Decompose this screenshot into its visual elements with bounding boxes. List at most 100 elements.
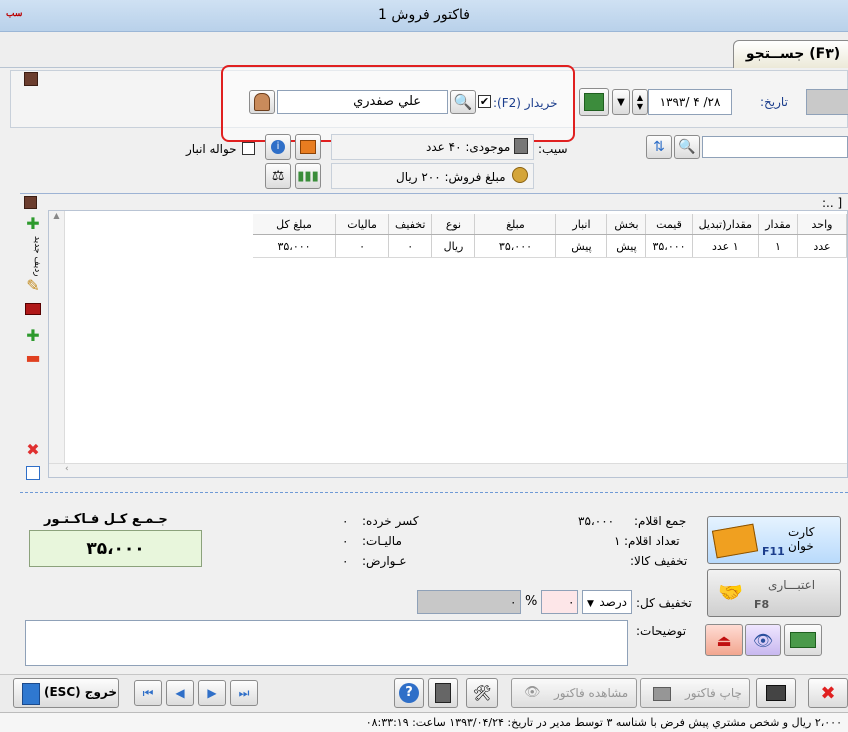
credit-key: F8	[754, 598, 770, 611]
column-header[interactable]: مقدار	[758, 214, 798, 235]
status-bar: ۲،۰۰۰ ریال و شخص مشتري پیش فرض با شناسه …	[0, 712, 848, 732]
preview-button[interactable]: 👁	[745, 624, 781, 656]
chart-button[interactable]: ▮▮▮	[295, 163, 321, 189]
next-icon: ▶	[207, 686, 217, 700]
table-cell[interactable]: ریال	[431, 234, 476, 258]
warehouse-transfer-checkbox[interactable]	[242, 142, 255, 155]
app-icon: سب	[6, 8, 23, 18]
nav-first-button[interactable]: ⏮	[134, 680, 162, 706]
exit-button[interactable]: خروج (ESC)	[13, 678, 119, 708]
credit-button[interactable]: 🤝 اعتبـــاری F8	[707, 569, 841, 617]
buyer-checkbox[interactable]: ✔	[478, 95, 491, 108]
calendar-icon	[584, 93, 604, 111]
header-right-field[interactable]	[806, 89, 848, 115]
form-icon[interactable]	[24, 464, 42, 482]
cancel-button[interactable]: ✖	[808, 678, 848, 708]
table-cell[interactable]: ۱ عدد	[692, 234, 760, 258]
view-invoice-button[interactable]: 👁 مشاهده فاکتور	[511, 678, 637, 708]
window-title: فاکتور فروش 1	[378, 7, 470, 23]
table-cell[interactable]: ۳۵،۰۰۰	[253, 234, 337, 258]
cash-button[interactable]	[784, 624, 822, 656]
tab-search[interactable]: جســتجو (F۳)	[733, 40, 848, 68]
card-reader-button[interactable]: کارت خوان F11	[707, 516, 841, 564]
sell-price-label: مبلغ فروش: ۲۰۰ ریال	[396, 170, 506, 184]
table-cell[interactable]: ۰	[388, 234, 433, 258]
column-header[interactable]: بخش	[606, 214, 647, 235]
product-icon	[300, 140, 316, 154]
horizontal-scrollbar[interactable]: ‹	[49, 463, 847, 477]
calendar-button[interactable]	[579, 88, 609, 116]
vertical-scrollbar[interactable]: ▲	[49, 211, 65, 463]
exit-label: خروج (ESC)	[44, 685, 118, 699]
nav-next-button[interactable]: ▶	[198, 680, 226, 706]
buyer-label: خریدار (F2):	[493, 96, 558, 110]
edit-icon[interactable]: ✎	[24, 276, 42, 295]
eject-button[interactable]: ⏏	[705, 624, 743, 656]
refresh-button[interactable]: ⇅	[646, 135, 672, 159]
discount-value-input[interactable]: ۰	[541, 590, 578, 614]
column-header[interactable]: تخفیف	[388, 214, 433, 235]
product-search-input[interactable]	[702, 136, 848, 158]
items-sum-label: جمع اقلام:	[634, 514, 687, 528]
column-header[interactable]: نوع	[431, 214, 476, 235]
search-icon: 🔍	[678, 139, 696, 155]
info-icon: i	[271, 140, 285, 154]
nav-last-button[interactable]: ⏭	[230, 680, 258, 706]
print-button[interactable]	[756, 678, 796, 708]
settings-button[interactable]: 🛠	[466, 678, 498, 708]
table-cell[interactable]: ۰	[335, 234, 390, 258]
help-button[interactable]: ?	[394, 678, 424, 708]
invoice-items-grid[interactable]: واحد مقدار مقدار(تبدیل قیمت بخش انبار مب…	[48, 210, 848, 478]
add-row-icon[interactable]: ✚	[24, 214, 42, 233]
items-count-label: تعداد اقلام:	[624, 534, 680, 548]
eye-icon: 👁	[524, 685, 541, 700]
rounding-value: ۰	[342, 514, 349, 528]
table-cell[interactable]: پیش	[606, 234, 647, 258]
column-header[interactable]: مبلغ کل	[253, 214, 337, 235]
window-titlebar: فاکتور فروش 1	[0, 0, 848, 32]
barcode-icon[interactable]	[24, 300, 42, 318]
table-header-row: واحد مقدار مقدار(تبدیل قیمت بخش انبار مب…	[253, 214, 847, 235]
save-icon[interactable]	[24, 72, 38, 86]
product-color-button[interactable]	[295, 134, 321, 160]
customer-button[interactable]	[249, 90, 275, 114]
product-search-button[interactable]: 🔍	[674, 135, 700, 159]
balance-button[interactable]: ⚖	[265, 163, 291, 189]
notes-textarea[interactable]	[25, 620, 628, 666]
table-cell[interactable]: عدد	[797, 234, 847, 258]
grid-divider	[20, 193, 848, 194]
column-header[interactable]: انبار	[555, 214, 608, 235]
card-reader-key: F11	[762, 545, 785, 558]
handshake-icon: 🤝	[718, 580, 743, 604]
discount-type-select[interactable]: ▼ درصد	[582, 590, 632, 614]
minus-icon[interactable]: ▬	[24, 348, 42, 367]
plus-icon[interactable]: ✚	[24, 326, 42, 345]
product-label: سیب:	[538, 142, 568, 156]
grid-save-icon[interactable]	[24, 196, 37, 209]
chevron-down-icon: ▼	[587, 599, 594, 609]
table-cell[interactable]: ۱	[758, 234, 798, 258]
buyer-input[interactable]: علي صفدري	[277, 90, 448, 114]
nav-prev-button[interactable]: ◀	[166, 680, 194, 706]
print-invoice-button[interactable]: چاپ فاکتور	[640, 678, 750, 708]
column-header[interactable]: مبلغ	[474, 214, 557, 235]
delete-icon[interactable]: ✖	[24, 440, 42, 459]
column-header[interactable]: مقدار(تبدیل	[692, 214, 760, 235]
date-dropdown-button[interactable]: ▼	[612, 89, 630, 115]
product-info-button[interactable]: i	[265, 134, 291, 160]
column-header[interactable]: واحد	[797, 214, 847, 235]
table-cell[interactable]: ۳۵،۰۰۰	[474, 234, 557, 258]
date-spinner[interactable]: ▲ ▼	[632, 89, 648, 115]
tab-strip	[0, 32, 848, 68]
stock-label: موجودی: ۴۰ عدد	[426, 140, 511, 154]
date-input[interactable]: ۱۳۹۳/ ۴ /۲۸	[648, 89, 732, 115]
table-cell[interactable]: ۳۵،۰۰۰	[645, 234, 693, 258]
table-cell[interactable]: پیش	[555, 234, 608, 258]
notes-label: توضیحات:	[636, 624, 687, 638]
column-header[interactable]: مالیات	[335, 214, 390, 235]
calculator-button[interactable]	[428, 678, 458, 708]
calculator-icon	[435, 683, 451, 703]
buyer-search-button[interactable]: 🔍	[450, 90, 476, 114]
table-row[interactable]: عدد ۱ ۱ عدد ۳۵،۰۰۰ پیش پیش ۳۵،۰۰۰ ریال ۰…	[253, 234, 847, 258]
column-header[interactable]: قیمت	[645, 214, 693, 235]
